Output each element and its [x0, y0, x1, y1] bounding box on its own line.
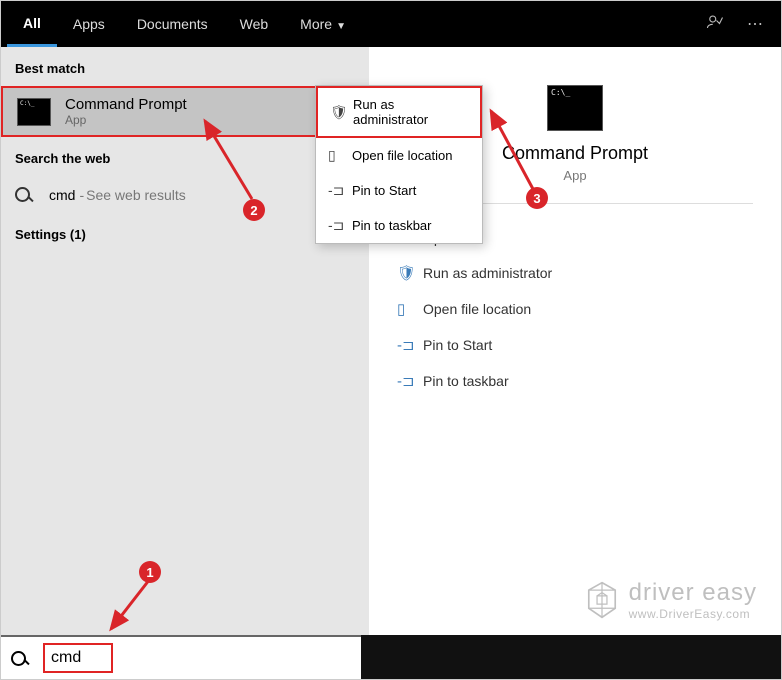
shield-icon: 🛡: [397, 264, 423, 282]
tab-more[interactable]: More▼: [284, 3, 362, 45]
tab-documents[interactable]: Documents: [121, 3, 224, 45]
web-query: cmd: [49, 187, 75, 203]
folder-icon: ▯: [397, 300, 423, 318]
more-options-icon[interactable]: ⋯: [735, 14, 775, 34]
annotation-arrow: [197, 111, 267, 206]
web-result-row[interactable]: cmd - See web results 〉: [1, 176, 369, 213]
web-more-text: See web results: [86, 187, 186, 203]
pin-icon: -⊐: [328, 217, 352, 234]
pin-icon: -⊐: [397, 336, 423, 354]
ctx-pin-start[interactable]: -⊐Pin to Start: [316, 173, 482, 208]
tab-apps[interactable]: Apps: [57, 3, 121, 45]
chevron-down-icon: ▼: [336, 21, 346, 32]
settings-label: Settings (1): [1, 213, 369, 252]
action-pin-taskbar[interactable]: -⊐Pin to taskbar: [379, 363, 771, 399]
search-web-label: Search the web: [1, 137, 369, 176]
search-icon: [11, 651, 33, 666]
watermark: driver easy www.DriverEasy.com: [585, 579, 757, 621]
result-title: Command Prompt: [65, 96, 187, 113]
feedback-icon[interactable]: [695, 13, 735, 36]
annotation-arrow: [485, 105, 545, 195]
results-pane: Best match Command Prompt App 〉 Search t…: [1, 47, 369, 637]
command-prompt-icon: [17, 98, 51, 126]
tab-all[interactable]: All: [7, 2, 57, 47]
taskbar: [361, 635, 781, 679]
context-menu: 🛡Run as administrator ▯Open file locatio…: [315, 85, 483, 244]
watermark-url: www.DriverEasy.com: [629, 607, 757, 621]
action-pin-start[interactable]: -⊐Pin to Start: [379, 327, 771, 363]
annotation-badge-3: 3: [526, 187, 548, 209]
taskbar-search[interactable]: [1, 635, 361, 679]
drivereasy-logo-icon: [585, 581, 619, 619]
tab-web[interactable]: Web: [224, 3, 285, 45]
search-filter-tabs: All Apps Documents Web More▼ ⋯: [1, 1, 781, 47]
best-match-result[interactable]: Command Prompt App 〉: [1, 86, 369, 137]
pin-icon: -⊐: [397, 372, 423, 390]
action-run-admin[interactable]: 🛡Run as administrator: [379, 255, 771, 291]
action-open-location[interactable]: ▯Open file location: [379, 291, 771, 327]
ctx-run-admin[interactable]: 🛡Run as administrator: [316, 86, 482, 138]
search-icon: [15, 187, 37, 202]
annotation-badge-2: 2: [243, 199, 265, 221]
watermark-brand: driver easy: [629, 579, 757, 607]
result-subtitle: App: [65, 113, 187, 127]
annotation-badge-1: 1: [139, 561, 161, 583]
command-prompt-icon: [547, 85, 603, 131]
pin-icon: -⊐: [328, 182, 352, 199]
best-match-label: Best match: [1, 47, 369, 86]
shield-icon: 🛡: [330, 104, 353, 121]
ctx-pin-taskbar[interactable]: -⊐Pin to taskbar: [316, 208, 482, 243]
ctx-open-location[interactable]: ▯Open file location: [316, 138, 482, 173]
search-input[interactable]: [43, 643, 113, 673]
folder-icon: ▯: [328, 147, 352, 164]
